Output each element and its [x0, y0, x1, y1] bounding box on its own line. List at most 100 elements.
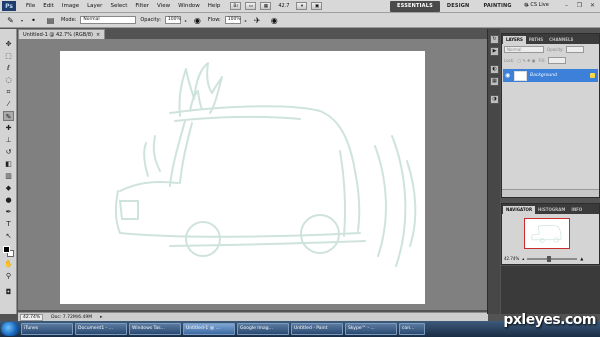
workspace-switcher: ESSENTIALS DESIGN PAINTING » — [390, 1, 536, 12]
options-bar: ✎ ▾ • ▤ Mode: Normal Opacity: 100% ▸ ◉ F… — [0, 13, 600, 28]
layer-opacity-field[interactable] — [566, 46, 585, 53]
crop-tool-icon[interactable]: ⌗ — [3, 87, 14, 97]
arrange-icon[interactable]: ▦ — [260, 2, 272, 10]
minibridge-icon[interactable]: ▭ — [245, 2, 257, 10]
tab-paths[interactable]: PATHS — [526, 36, 546, 44]
document-tab[interactable]: Untitled-1 @ 42.7% (RGB/8) × — [18, 29, 106, 39]
flow-slider-icon[interactable]: ▸ — [245, 18, 247, 23]
eraser-tool-icon[interactable]: ◧ — [3, 159, 14, 169]
navigator-zoom-field[interactable]: 42.74% — [504, 256, 519, 261]
restore-icon[interactable]: ❐ — [574, 2, 585, 10]
dodge-tool-icon[interactable]: ● — [3, 195, 14, 205]
foreground-color-swatch[interactable] — [3, 246, 10, 253]
tab-channels[interactable]: CHANNELS — [546, 36, 576, 44]
brush-picker-icon[interactable]: • — [27, 16, 40, 25]
opacity-slider-icon[interactable]: ▸ — [185, 18, 187, 23]
zoom-out-icon[interactable]: ▴ — [522, 256, 524, 261]
flow-field[interactable]: 100% — [224, 16, 241, 24]
taskbar-item-task-manager[interactable]: Windows Tas... — [129, 323, 181, 335]
mode-select[interactable]: Normal — [80, 16, 137, 24]
history-panel-icon[interactable]: ↻ — [490, 35, 499, 44]
pressure-opacity-icon[interactable]: ◉ — [191, 16, 204, 25]
actions-panel-icon[interactable]: ▶ — [490, 47, 499, 56]
brush-tool-icon[interactable]: ✎ — [3, 111, 14, 121]
lock-icon — [590, 73, 595, 78]
navigator-zoom-slider[interactable] — [527, 255, 578, 262]
tab-layers[interactable]: LAYERS — [503, 36, 526, 44]
canvas[interactable] — [60, 51, 425, 304]
menu-window[interactable]: Window — [174, 0, 204, 13]
tab-info[interactable]: INFO — [568, 206, 585, 214]
menu-layer[interactable]: Layer — [83, 0, 106, 13]
menu-select[interactable]: Select — [106, 0, 131, 13]
workspace-painting[interactable]: PAINTING — [476, 1, 518, 12]
minimize-icon[interactable]: – — [561, 2, 572, 10]
type-tool-icon[interactable]: T — [3, 219, 14, 229]
quick-select-tool-icon[interactable]: ◌ — [3, 75, 14, 85]
taskbar-item-document[interactable]: Document1 - ... — [75, 323, 127, 335]
workspace-essentials[interactable]: ESSENTIALS — [390, 1, 440, 12]
taskbar-item-itunes[interactable]: iTunes — [21, 323, 73, 335]
hand-tool-icon[interactable]: ✋ — [3, 259, 14, 269]
menu-help[interactable]: Help — [204, 0, 225, 13]
menu-file[interactable]: File — [22, 0, 39, 13]
fill-label: Fill: — [538, 58, 546, 63]
menu-view[interactable]: View — [153, 0, 174, 13]
clone-stamp-tool-icon[interactable]: ⊥ — [3, 135, 14, 145]
layer-row-background[interactable]: ◉ Background — [503, 69, 598, 82]
history-brush-tool-icon[interactable]: ↺ — [3, 147, 14, 157]
sketch-speed-line-2 — [391, 135, 407, 267]
status-zoom-field[interactable]: 42.74% — [20, 313, 44, 321]
blend-mode-select[interactable]: Normal — [504, 46, 544, 53]
bridge-icon[interactable]: Br — [230, 2, 242, 10]
navigator-thumbnail[interactable] — [524, 218, 570, 249]
chevron-down-icon[interactable]: ▾ — [21, 18, 23, 23]
status-menu-icon[interactable]: ▸ — [100, 315, 102, 320]
taskbar-item-browser[interactable]: Google Imag... — [237, 323, 289, 335]
opacity-field[interactable]: 100% — [164, 16, 181, 24]
taskbar-item-photoshop[interactable]: Untitled-1 @ ... — [183, 323, 235, 335]
pen-tool-icon[interactable]: ✒ — [3, 207, 14, 217]
adjustments-panel-icon[interactable]: ◑ — [490, 95, 499, 104]
view-extras-icon[interactable]: ▾ — [296, 2, 308, 10]
workspace-design[interactable]: DESIGN — [440, 1, 477, 12]
menu-edit[interactable]: Edit — [39, 0, 58, 13]
layer-name[interactable]: Background — [530, 73, 557, 78]
lock-icons[interactable]: ▢ ✎ ✥ ▣ — [517, 58, 535, 63]
taskbar-item-other[interactable]: con... — [399, 323, 425, 335]
fill-field[interactable] — [548, 57, 567, 64]
layer-thumbnail — [514, 70, 527, 81]
airbrush-icon[interactable]: ✈ — [251, 16, 264, 25]
move-tool-icon[interactable]: ✥ — [3, 39, 14, 49]
pressure-size-icon[interactable]: ◉ — [268, 16, 281, 25]
slider-knob[interactable] — [547, 255, 552, 262]
zoom-tool-icon[interactable]: ⚲ — [3, 271, 14, 281]
brush-tool-preset-icon[interactable]: ✎ — [4, 16, 17, 25]
close-icon[interactable]: ✕ — [587, 2, 598, 10]
gradient-tool-icon[interactable]: ▥ — [3, 171, 14, 181]
lasso-tool-icon[interactable]: ℓ — [3, 63, 14, 73]
eyedropper-tool-icon[interactable]: ⁄ — [3, 99, 14, 109]
path-select-tool-icon[interactable]: ↖ — [3, 231, 14, 241]
taskbar-item-paint[interactable]: Untitled - Paint — [291, 323, 343, 335]
close-icon[interactable]: × — [96, 32, 100, 38]
color-panel-icon[interactable]: ◐ — [490, 65, 499, 74]
blur-tool-icon[interactable]: ◆ — [3, 183, 14, 193]
start-button-icon[interactable] — [1, 322, 19, 336]
tab-navigator[interactable]: NAVIGATOR — [503, 206, 536, 214]
swatches-panel-icon[interactable]: ▦ — [490, 77, 499, 86]
taskbar-item-skype[interactable]: Skype™ - ... — [345, 323, 397, 335]
screen-mode-icon[interactable]: ▣ — [311, 2, 323, 10]
quick-mask-icon[interactable]: ◘ — [3, 287, 14, 297]
healing-tool-icon[interactable]: ✚ — [3, 123, 14, 133]
eye-icon[interactable]: ◉ — [505, 72, 511, 79]
toolbox: ✥ ⬚ ℓ ◌ ⌗ ⁄ ✎ ✚ ⊥ ↺ ◧ ▥ ◆ ● ✒ T ↖ ✋ ⚲ ◘ — [0, 29, 17, 314]
brush-panel-toggle-icon[interactable]: ▤ — [44, 16, 57, 25]
marquee-tool-icon[interactable]: ⬚ — [3, 51, 14, 61]
cs-live-button[interactable]: ◍ CS Live — [524, 2, 549, 8]
menu-image[interactable]: Image — [58, 0, 83, 13]
tab-histogram[interactable]: HISTOGRAM — [535, 206, 568, 214]
zoom-in-icon[interactable]: ▲ — [580, 256, 583, 261]
zoom-level-readout[interactable]: 42.7 — [275, 3, 292, 9]
menu-filter[interactable]: Filter — [131, 0, 153, 13]
